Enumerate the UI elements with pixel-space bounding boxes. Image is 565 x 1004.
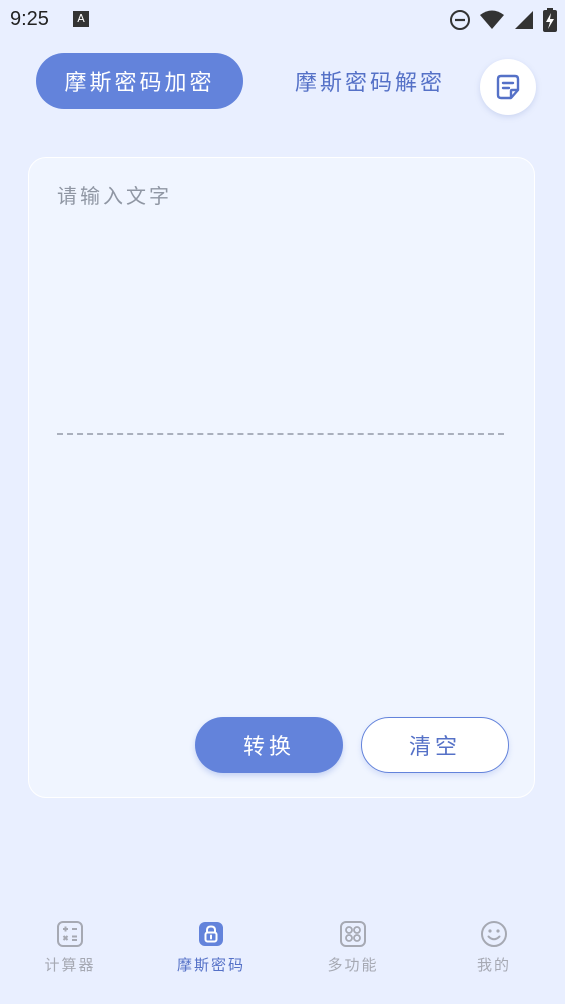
tab-decrypt[interactable]: 摩斯密码解密 bbox=[270, 53, 470, 109]
nav-item-mine[interactable]: 我的 bbox=[444, 920, 544, 990]
status-time: 9:25 bbox=[10, 8, 49, 30]
clear-button[interactable]: 清空 bbox=[361, 717, 509, 773]
battery-charging-icon bbox=[543, 8, 557, 32]
dnd-icon bbox=[450, 10, 470, 30]
status-icons bbox=[449, 8, 557, 32]
nav-item-multifunction[interactable]: 多功能 bbox=[303, 920, 403, 990]
a-icon: A bbox=[73, 11, 89, 27]
lock-icon bbox=[199, 922, 223, 946]
editor-card: 转换 清空 bbox=[28, 157, 535, 798]
nav-item-calculator[interactable]: 计算器 bbox=[20, 920, 120, 990]
signal-icon bbox=[515, 11, 533, 29]
status-bar: 9:25 A bbox=[0, 0, 565, 40]
calculator-icon bbox=[57, 921, 83, 947]
grid-icon bbox=[340, 921, 366, 947]
wifi-icon bbox=[480, 10, 504, 29]
nav-label-multifunction: 多功能 bbox=[327, 956, 379, 974]
output-area bbox=[57, 453, 507, 703]
nav-label-morse: 摩斯密码 bbox=[176, 956, 245, 974]
divider bbox=[57, 433, 504, 435]
nav-label-mine: 我的 bbox=[476, 956, 511, 974]
smile-icon bbox=[481, 921, 507, 947]
tab-encrypt[interactable]: 摩斯密码加密 bbox=[36, 53, 243, 109]
note-icon bbox=[496, 74, 520, 100]
nav-item-morse[interactable]: 摩斯密码 bbox=[161, 920, 261, 990]
history-button[interactable] bbox=[480, 59, 536, 115]
text-input[interactable] bbox=[57, 180, 507, 410]
nav-label-calculator: 计算器 bbox=[44, 956, 96, 974]
convert-button[interactable]: 转换 bbox=[195, 717, 343, 773]
bottom-nav: 计算器 摩斯密码 多功能 我的 bbox=[0, 910, 565, 1004]
